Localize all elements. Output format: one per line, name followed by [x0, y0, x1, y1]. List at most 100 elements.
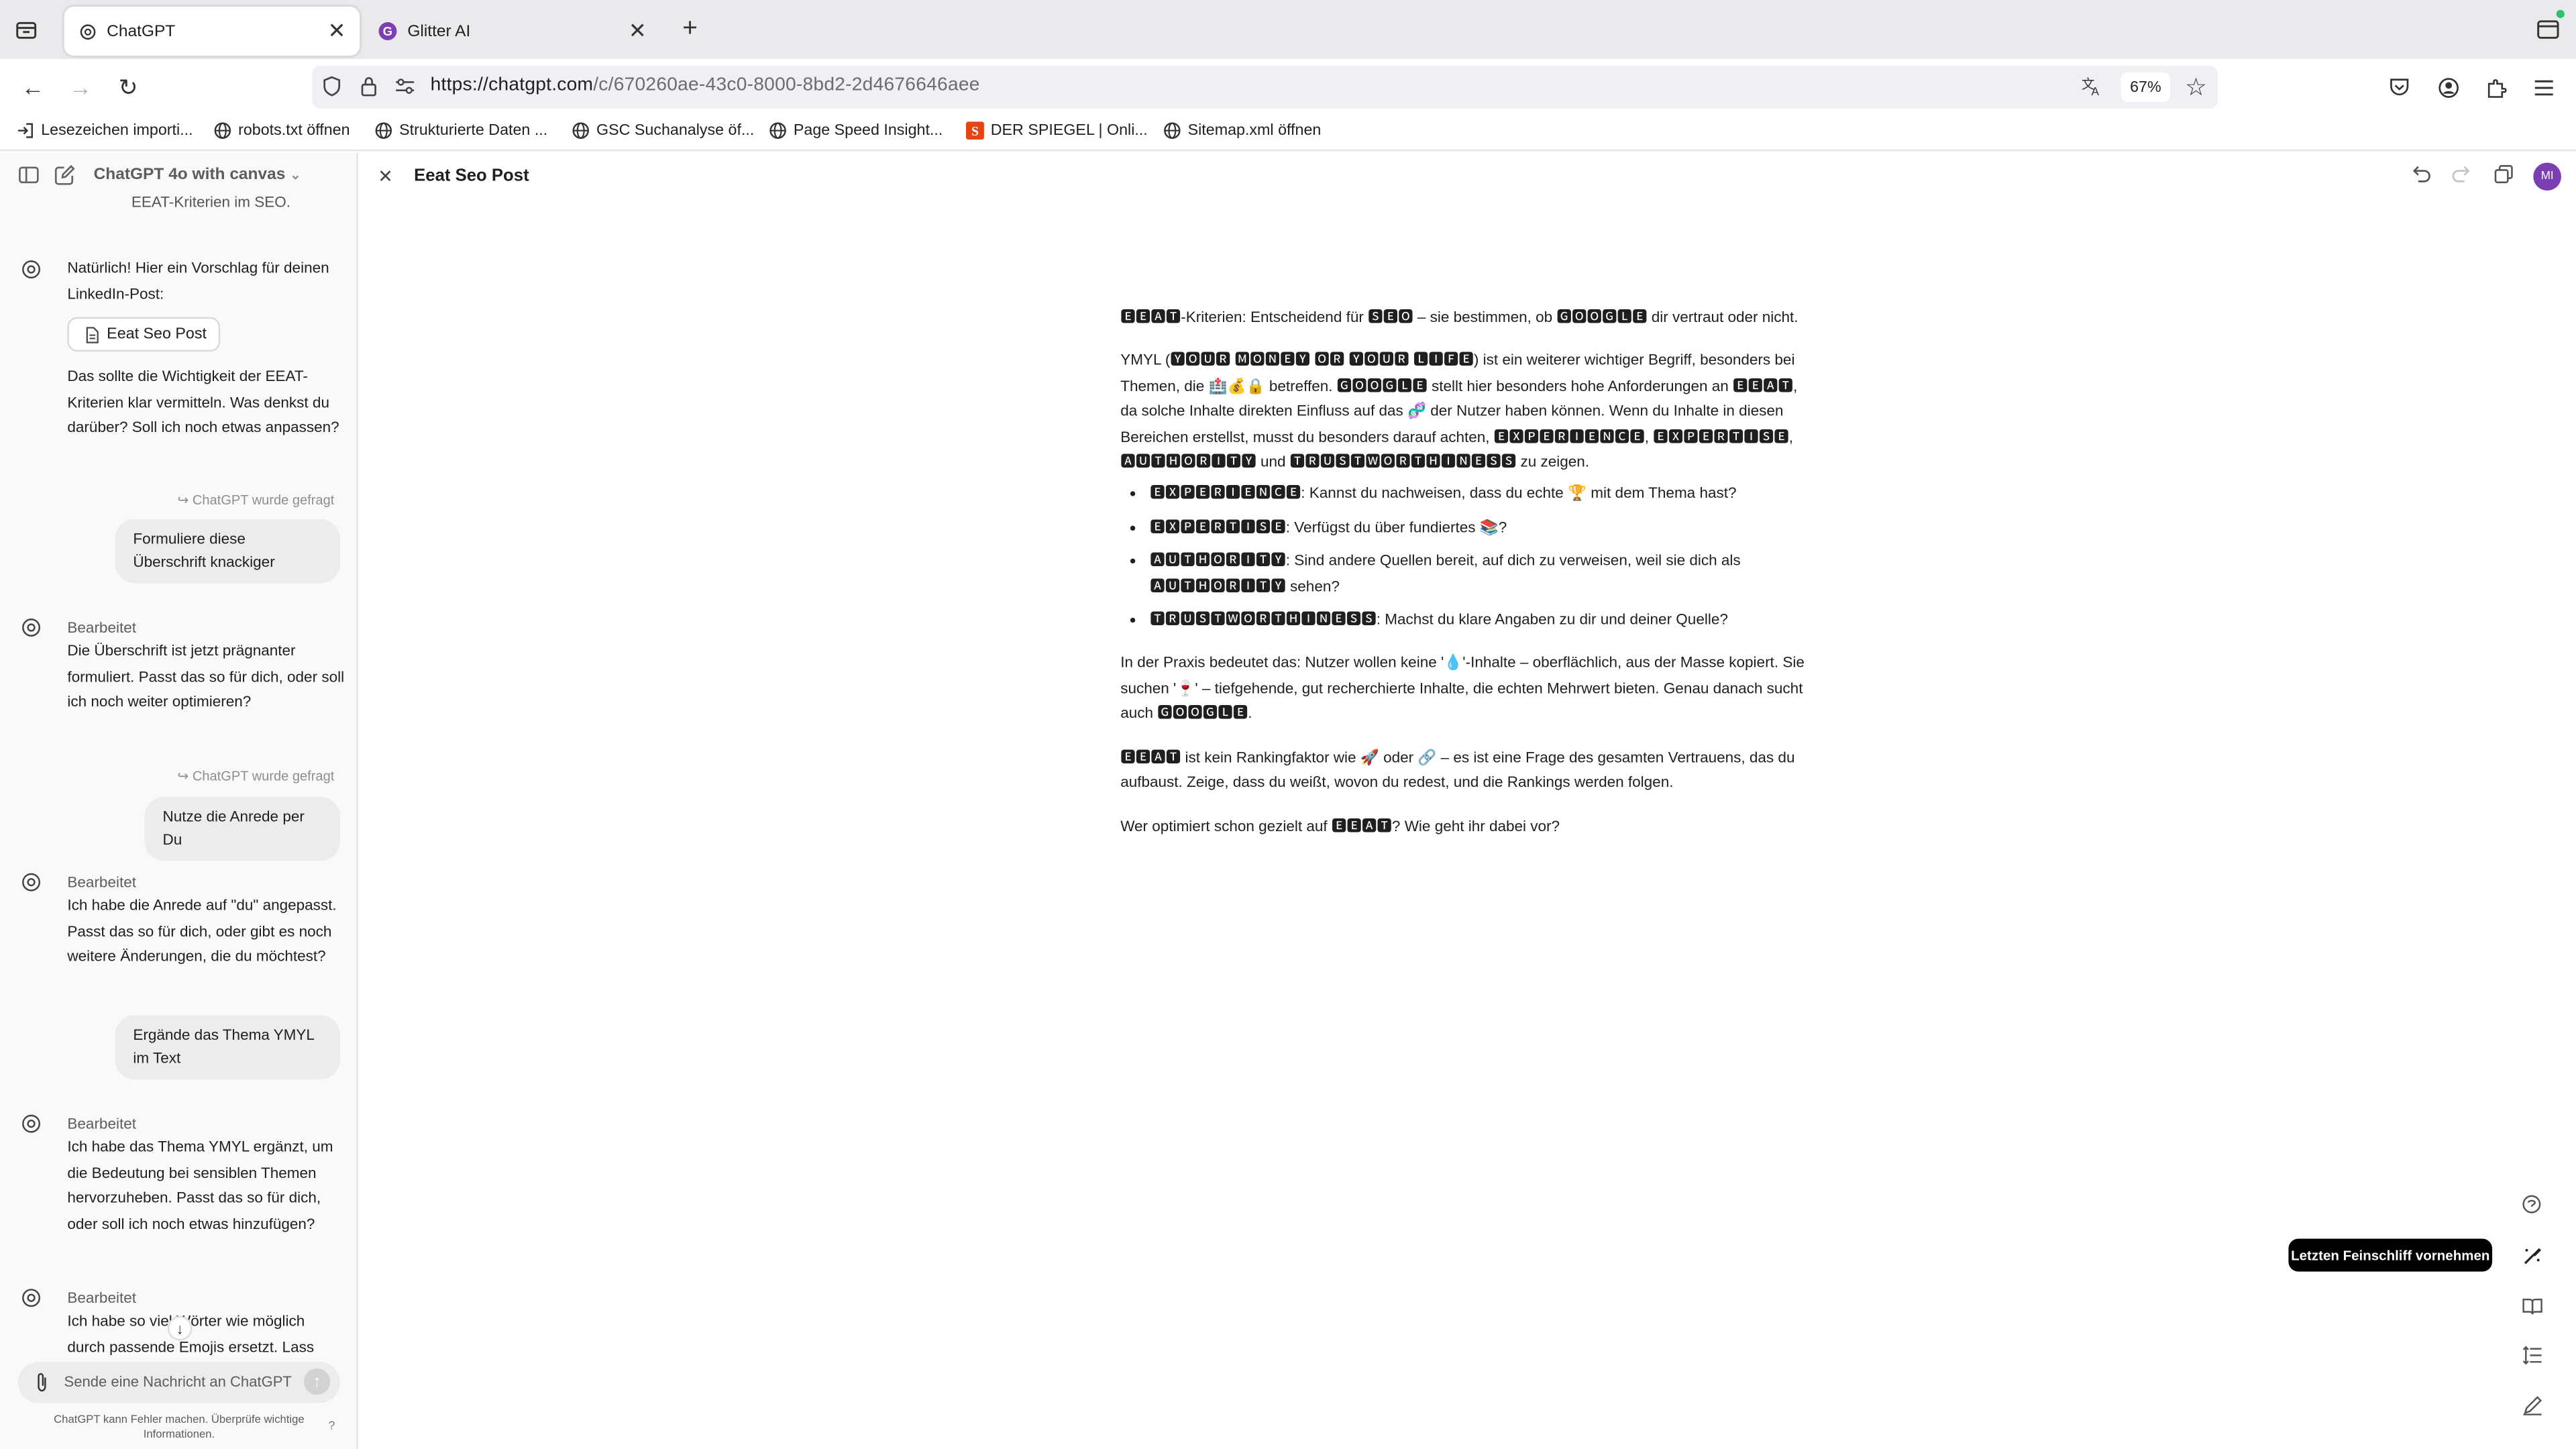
bookmark-spiegel[interactable]: S DER SPIEGEL | Onli...	[966, 121, 1148, 140]
lock-icon[interactable]	[360, 76, 378, 97]
message-fragment: EEAT-Kriterien im SEO.	[131, 193, 291, 211]
menu-icon[interactable]	[2527, 72, 2560, 102]
undo-icon[interactable]	[2410, 164, 2432, 184]
bookmark-pagespeed[interactable]: Page Speed Insight...	[769, 121, 943, 140]
chatgpt-avatar-icon	[21, 1288, 41, 1307]
open-canvas-button[interactable]: Eeat Seo Post	[67, 317, 221, 352]
arrow-up-icon: ↑	[313, 1373, 321, 1391]
paragraph: YMYL (🆈🅾🆄🆁 🅼🅾🅽🅴🆈 🅾🆁 🆈🅾🆄🆁 🅻🅸🅵🅴) ist ein w…	[1120, 352, 1798, 470]
document-body[interactable]: 🅴🅴🅰🆃-Kriterien: Entscheidend für 🆂🅴🅾 – s…	[1120, 306, 1811, 858]
user-message: Formuliere diese Überschrift knackiger	[115, 519, 340, 584]
chatgpt-avatar-icon	[21, 1114, 41, 1133]
bookmark-star-icon[interactable]: ☆	[2185, 72, 2207, 102]
assistant-message: Natürlich! Hier ein Vorschlag für deinen…	[67, 259, 329, 302]
close-canvas-icon[interactable]: ✕	[378, 166, 393, 187]
edited-label: Bearbeitet	[67, 1115, 136, 1132]
final-polish-icon[interactable]	[2512, 1235, 2552, 1275]
assistant-message: Die Überschrift ist jetzt prägnanter for…	[67, 642, 345, 710]
chat-header: ChatGPT 4o with canvas ⌄	[0, 153, 356, 196]
extensions-icon[interactable]	[2479, 72, 2512, 102]
bookmark-structured-data[interactable]: Strukturierte Daten ...	[374, 121, 547, 140]
adjust-length-icon[interactable]	[2512, 1336, 2551, 1375]
shield-icon[interactable]	[322, 76, 341, 97]
suggest-edits-icon[interactable]	[2512, 1385, 2551, 1424]
document-icon	[85, 326, 99, 343]
tab-chatgpt[interactable]: ChatGPT ✕	[64, 6, 360, 56]
redo-icon[interactable]	[2451, 164, 2473, 184]
message-composer[interactable]: Sende eine Nachricht an ChatGPT ↑	[17, 1362, 340, 1403]
close-tab-icon[interactable]: ✕	[323, 18, 350, 44]
paragraph: 🅴🅴🅰🆃 ist kein Rankingfaktor wie 🚀 oder 🔗…	[1120, 748, 1795, 791]
svg-text:S: S	[971, 125, 979, 139]
sidebar-panel-icon[interactable]	[18, 166, 40, 184]
bookmark-label: Page Speed Insight...	[793, 121, 943, 140]
back-icon[interactable]: ←	[16, 72, 49, 102]
reading-level-icon[interactable]	[2512, 1287, 2551, 1326]
bookmark-import[interactable]: Lesezeichen importi...	[16, 121, 193, 140]
bookmarks-bar: Lesezeichen importi... robots.txt öffnen…	[0, 115, 2576, 152]
reload-icon[interactable]: ↻	[112, 72, 145, 102]
list-item: 🅴🆇🅿🅴🆁🆃🅸🆂🅴: Verfügst du über fundiertes 📚…	[1150, 516, 1810, 541]
list-item: 🆃🆁🆄🆂🆃🆆🅾🆁🆃🅷🅸🅽🅴🆂🆂: Machst du klare Angaben…	[1150, 608, 1810, 633]
bookmark-label: robots.txt öffnen	[238, 121, 350, 140]
asked-text: ChatGPT wurde gefragt	[192, 492, 335, 508]
url-text[interactable]: https://chatgpt.com/c/670260ae-43c0-8000…	[431, 76, 980, 95]
zoom-level[interactable]: 67%	[2121, 72, 2171, 102]
new-tab-icon[interactable]: +	[674, 15, 706, 44]
emoji-suggest-icon[interactable]	[2512, 1185, 2551, 1224]
help-icon[interactable]: ?	[329, 1421, 335, 1432]
list-item: 🅴🆇🅿🅴🆁🅸🅴🅽🅲🅴: Kannst du nachweisen, dass d…	[1150, 482, 1810, 508]
bookmark-label: Sitemap.xml öffnen	[1187, 121, 1322, 140]
assistant-message: Ich habe so viel Wörter wie möglich durc…	[67, 1312, 315, 1355]
paragraph: Wer optimiert schon gezielt auf 🅴🅴🅰🆃? Wi…	[1120, 817, 1560, 834]
bookmark-robots[interactable]: robots.txt öffnen	[213, 121, 350, 140]
new-chat-icon[interactable]	[54, 164, 76, 186]
chevron-down-icon: ⌄	[290, 167, 301, 182]
list-item: 🅰🆄🆃🅷🅾🆁🅸🆃🆈: Sind andere Quellen bereit, a…	[1150, 549, 1810, 600]
globe-icon	[769, 121, 787, 140]
close-tab-icon[interactable]: ✕	[625, 18, 651, 44]
reply-arrow-icon: ↪	[177, 492, 189, 508]
chatgpt-avatar-icon	[21, 260, 41, 279]
bookmark-sitemap[interactable]: Sitemap.xml öffnen	[1163, 121, 1321, 140]
paragraph: 🅴🅴🅰🆃-Kriterien: Entscheidend für 🆂🅴🅾 – s…	[1120, 309, 1799, 325]
canvas-panel: ✕ Eeat Seo Post MI 🅴🅴🅰🆃-Kriterien: Entsc…	[360, 152, 2576, 1449]
browser-window: ChatGPT ✕ G Glitter AI ✕ + ← → ↻ https:/…	[0, 0, 2576, 1449]
sidebar-toggle-icon[interactable]	[2532, 15, 2565, 44]
chatgpt-avatar-icon	[21, 618, 41, 637]
bookmark-label: GSC Suchanalyse öf...	[596, 121, 755, 140]
chatgpt-icon	[77, 21, 97, 41]
svg-text:A: A	[2092, 85, 2100, 97]
tab-glitter-ai[interactable]: G Glitter AI ✕	[365, 7, 661, 56]
tab-bar: ChatGPT ✕ G Glitter AI ✕ +	[0, 0, 2576, 60]
translate-icon[interactable]: 文A	[2080, 74, 2102, 97]
bookmark-gsc[interactable]: GSC Suchanalyse öf...	[572, 121, 754, 140]
url-bar[interactable]: https://chatgpt.com/c/670260ae-43c0-8000…	[312, 65, 2218, 109]
account-icon[interactable]	[2431, 72, 2464, 102]
chat-sidebar: ChatGPT 4o with canvas ⌄ EEAT-Kriterien …	[0, 152, 358, 1449]
globe-icon	[1163, 121, 1181, 140]
user-message: Nutze die Anrede per Du	[144, 796, 340, 861]
permissions-icon[interactable]	[394, 77, 416, 95]
globe-icon	[213, 121, 231, 140]
forward-icon[interactable]: →	[64, 72, 97, 102]
assistant-message: Das sollte die Wichtigkeit der EEAT-Krit…	[67, 368, 339, 435]
pocket-icon[interactable]	[2382, 72, 2415, 102]
scroll-down-icon[interactable]: ↓	[167, 1316, 193, 1341]
tab-overview-icon[interactable]	[10, 15, 43, 44]
message-input[interactable]: Sende eine Nachricht an ChatGPT	[64, 1373, 292, 1389]
avatar[interactable]: MI	[2533, 162, 2561, 191]
url-domain: https://chatgpt.com	[430, 75, 594, 96]
copy-icon[interactable]	[2494, 164, 2514, 184]
send-button[interactable]: ↑	[304, 1368, 331, 1395]
canvas-header: ✕ Eeat Seo Post MI	[360, 153, 2576, 199]
globe-icon	[374, 121, 392, 140]
glitter-icon: G	[378, 21, 397, 41]
model-selector[interactable]: ChatGPT 4o with canvas ⌄	[94, 166, 301, 184]
asked-text: ChatGPT wurde gefragt	[192, 769, 335, 784]
canvas-button-label: Eeat Seo Post	[107, 325, 207, 343]
attach-icon[interactable]	[34, 1372, 49, 1393]
globe-icon	[572, 121, 590, 140]
paragraph: In der Praxis bedeutet das: Nutzer wolle…	[1120, 654, 1805, 722]
url-path: /c/670260ae-43c0-8000-8bd2-2d4676646aee	[593, 75, 980, 96]
